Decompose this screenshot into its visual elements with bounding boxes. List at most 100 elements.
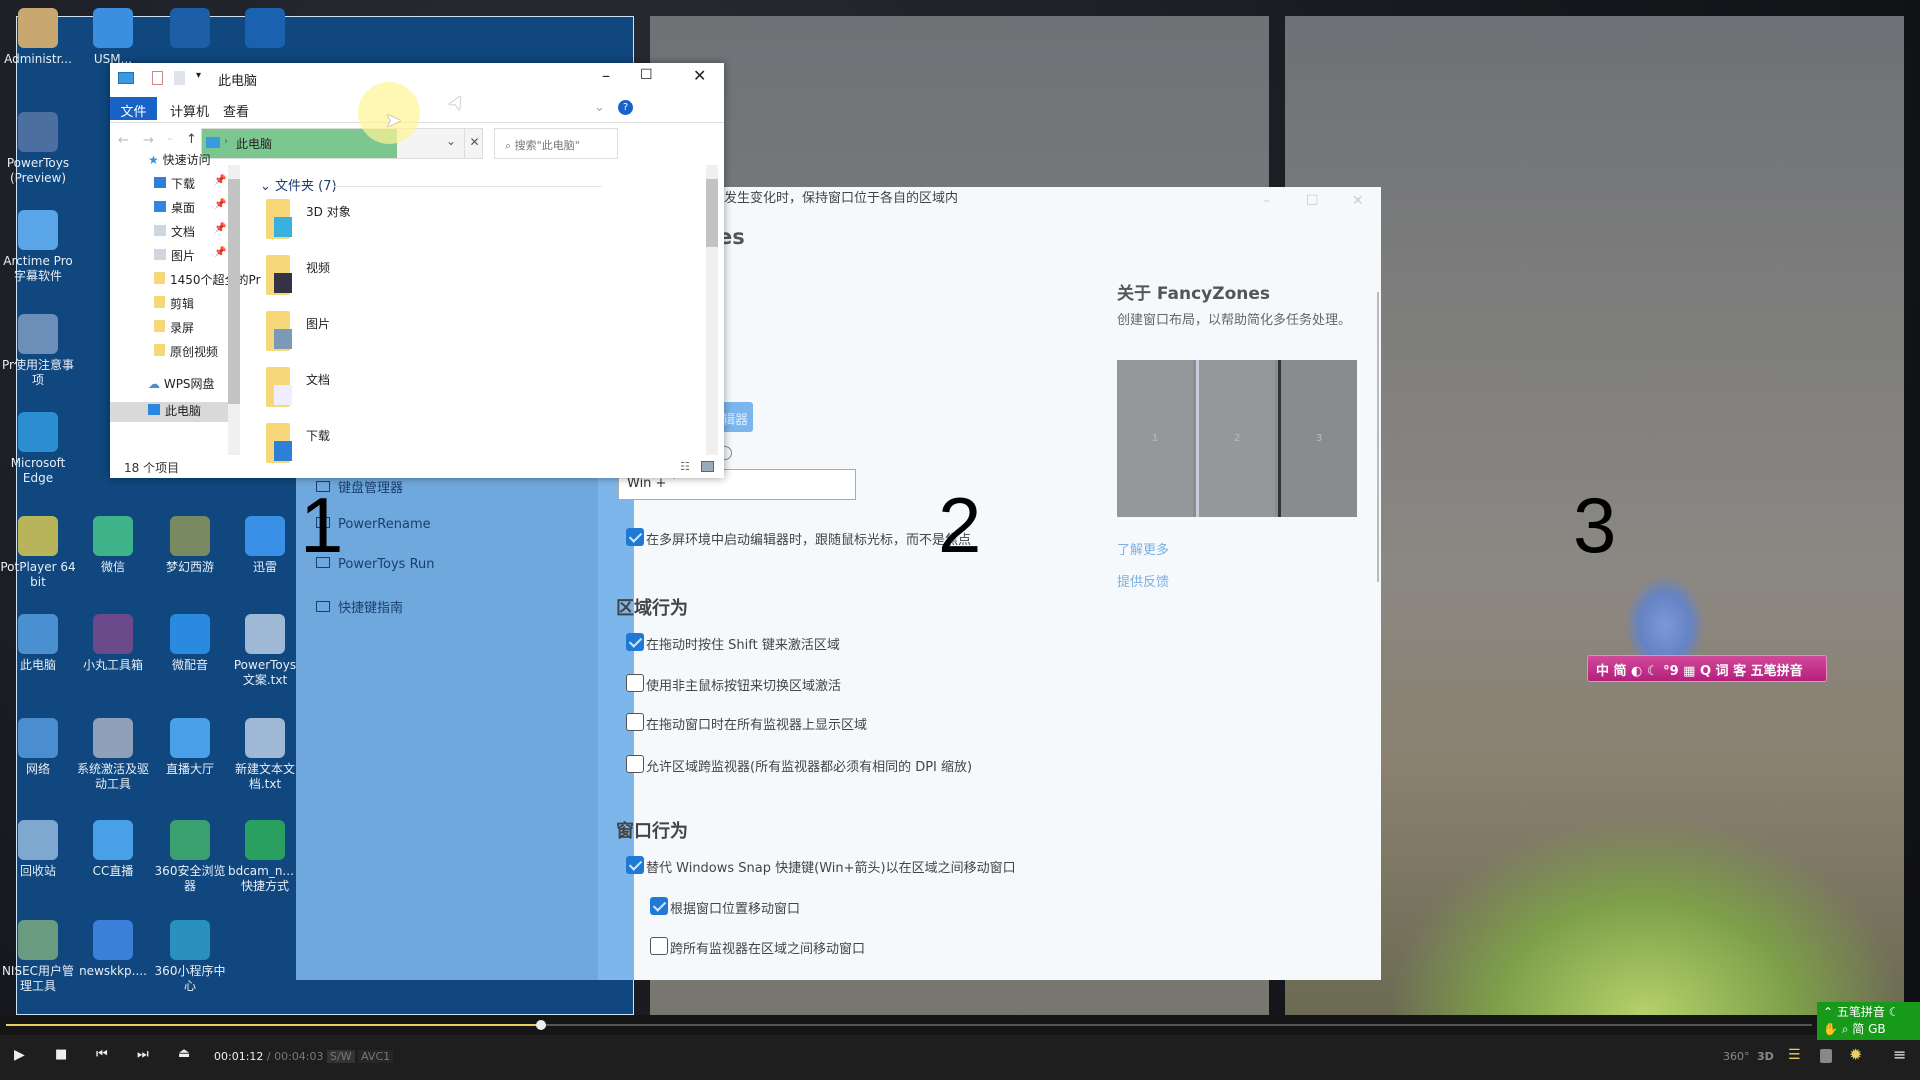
desktop-icon[interactable]: 直播大厅 <box>152 716 228 777</box>
seek-handle[interactable] <box>535 1020 546 1030</box>
option-checkbox[interactable] <box>626 633 644 651</box>
option-checkbox[interactable] <box>626 856 644 874</box>
previous-button[interactable]: ⏮ <box>96 1047 108 1062</box>
folder-item[interactable]: 下载 <box>258 423 398 469</box>
clear-address-button[interactable]: ✕ <box>464 129 484 158</box>
nav-pane-item[interactable]: 图片 📌 <box>154 247 226 264</box>
option-checkbox[interactable] <box>650 937 668 955</box>
desktop-icon[interactable]: 微信 <box>75 514 151 575</box>
minimize-button[interactable]: – <box>1263 193 1270 209</box>
next-button[interactable]: ⏭ <box>137 1047 149 1062</box>
desktop-icon[interactable]: 梦幻西游 <box>152 514 228 575</box>
tab-computer[interactable]: 计算机 <box>170 101 209 120</box>
back-button[interactable]: ← <box>118 133 129 148</box>
stop-button[interactable]: ■ <box>55 1047 67 1062</box>
expand-ribbon-icon[interactable]: ⌄ <box>594 100 605 115</box>
desktop-icon[interactable]: NISEC用户管理工具 <box>0 918 76 994</box>
option-checkbox[interactable] <box>626 674 644 692</box>
option-checkbox[interactable] <box>626 755 644 773</box>
desktop-icon[interactable]: PowerToys 文案.txt <box>227 612 303 688</box>
desktop-icon[interactable]: 此电脑 <box>0 612 76 673</box>
close-button[interactable]: ✕ <box>693 66 706 85</box>
option-checkbox[interactable] <box>626 713 644 731</box>
nav-pane-item[interactable]: ★ 快速访问 <box>148 151 211 168</box>
nav-pane-item[interactable]: 剪辑 <box>154 295 194 312</box>
desktop-icon[interactable]: Pr使用注意事项 <box>0 312 76 388</box>
desktop-icon[interactable]: Arctime Pro 字幕软件 <box>0 208 76 284</box>
desktop-icon[interactable] <box>227 6 303 52</box>
nav-pane-item[interactable]: 下载 📌 <box>154 175 226 192</box>
nav-pane-item[interactable]: 桌面 📌 <box>154 199 226 216</box>
menu-icon[interactable]: ≡ <box>1893 1045 1906 1064</box>
content-scrollbar[interactable] <box>706 165 718 455</box>
ime-toolbar[interactable]: 中 简 ◐ ☾ °9 ▦ Q 词 客 五笔拼音 <box>1587 655 1827 682</box>
folder-item[interactable]: 图片 <box>258 311 398 357</box>
desktop-icon[interactable]: 微配音 <box>152 612 228 673</box>
nav-pane-item[interactable]: 此电脑 <box>110 402 228 422</box>
desktop-icon[interactable]: 小丸工具箱 <box>75 612 151 673</box>
properties-icon[interactable] <box>152 71 163 85</box>
nav-pane-item[interactable]: 文档 📌 <box>154 223 226 240</box>
window-title: 此电脑 <box>218 74 258 89</box>
eject-button[interactable]: ⏏ <box>178 1046 190 1061</box>
large-icons-view-icon[interactable] <box>701 461 714 472</box>
nav-item[interactable]: 快捷键指南 <box>316 597 403 616</box>
tab-file[interactable]: 文件 <box>110 97 157 120</box>
desktop-icon[interactable]: Microsoft Edge <box>0 410 76 486</box>
maximize-button[interactable]: ☐ <box>1306 193 1319 209</box>
folder-item[interactable]: 3D 对象 <box>258 199 398 245</box>
feedback-link[interactable]: 提供反馈 <box>1117 571 1169 590</box>
folder-item[interactable]: 文档 <box>258 367 398 413</box>
desktop-icon[interactable]: 迅雷 <box>227 514 303 575</box>
ime-tray[interactable]: ⌃ 五笔拼音 ☾ ✋ ⌕ 简 GB <box>1817 1002 1920 1040</box>
nav-pane-item[interactable]: 1450个超全的Pr <box>154 271 261 288</box>
document-icon[interactable] <box>1820 1049 1832 1063</box>
desktop-icon[interactable]: CC直播 <box>75 818 151 879</box>
playlist-search-icon[interactable]: ☰ <box>1788 1047 1801 1063</box>
help-icon[interactable]: ? <box>618 100 633 115</box>
3d-button[interactable]: 3D <box>1757 1050 1774 1063</box>
launch-editor-button[interactable]: 辑器 <box>722 402 753 432</box>
desktop-icon[interactable]: PotPlayer 64 bit <box>0 514 76 590</box>
desktop-icon[interactable]: 新建文本文档.txt <box>227 716 303 792</box>
tab-view[interactable]: 查看 <box>223 101 249 120</box>
nav-pane-item[interactable]: 录屏 <box>154 319 194 336</box>
gear-icon[interactable]: ✹ <box>1849 1045 1862 1064</box>
nav-scrollbar[interactable] <box>228 165 240 455</box>
desktop-icon[interactable]: 系统激活及驱动工具 <box>75 716 151 792</box>
desktop-icon[interactable]: USM... <box>75 6 151 67</box>
new-folder-icon[interactable] <box>174 71 185 85</box>
maximize-button[interactable]: ☐ <box>640 67 653 83</box>
customize-toolbar-icon[interactable]: ▾ <box>196 70 201 81</box>
360-button[interactable]: 360° <box>1723 1050 1750 1063</box>
learn-more-link[interactable]: 了解更多 <box>1117 539 1169 558</box>
seek-bar[interactable] <box>6 1020 1812 1030</box>
option-checkbox[interactable] <box>650 897 668 915</box>
folder-item[interactable]: 视频 <box>258 255 398 301</box>
address-dropdown[interactable]: ⌄ <box>446 134 456 148</box>
recent-dropdown[interactable]: ⌄ <box>166 133 174 143</box>
desktop-icon[interactable]: 网络 <box>0 716 76 777</box>
address-bar[interactable]: › 此电脑 ⌄ ✕ <box>201 128 483 159</box>
desktop-icon[interactable]: bdcam_n... - 快捷方式 <box>227 818 303 894</box>
desktop-icon[interactable]: newskkp.... <box>75 918 151 979</box>
desktop-icon[interactable]: PowerToys (Preview) <box>0 110 76 186</box>
nav-pane-item[interactable]: 原创视频 <box>154 343 218 360</box>
nav-pane-item[interactable]: ☁ WPS网盘 <box>148 375 215 392</box>
desktop-icon[interactable]: 360小程序中心 <box>152 918 228 994</box>
option-checkbox[interactable] <box>626 528 644 546</box>
scrollbar[interactable] <box>1377 292 1379 582</box>
search-input[interactable]: ⌕ 搜索"此电脑" <box>494 128 618 159</box>
desktop-icon[interactable]: 360安全浏览器 <box>152 818 228 894</box>
desktop-icon[interactable] <box>152 6 228 52</box>
group-header[interactable]: ⌄ 文件夹 (7) <box>260 175 337 194</box>
close-button[interactable]: ✕ <box>1352 193 1364 209</box>
play-button[interactable]: ▶ <box>14 1047 25 1063</box>
up-button[interactable]: ↑ <box>186 132 197 147</box>
search-placeholder: 搜索"此电脑" <box>514 139 580 152</box>
desktop-icon[interactable]: Administr... <box>0 6 76 67</box>
forward-button[interactable]: → <box>143 133 154 148</box>
details-view-icon[interactable]: ☷ <box>680 460 690 473</box>
minimize-button[interactable]: – <box>602 66 610 85</box>
desktop-icon[interactable]: 回收站 <box>0 818 76 879</box>
